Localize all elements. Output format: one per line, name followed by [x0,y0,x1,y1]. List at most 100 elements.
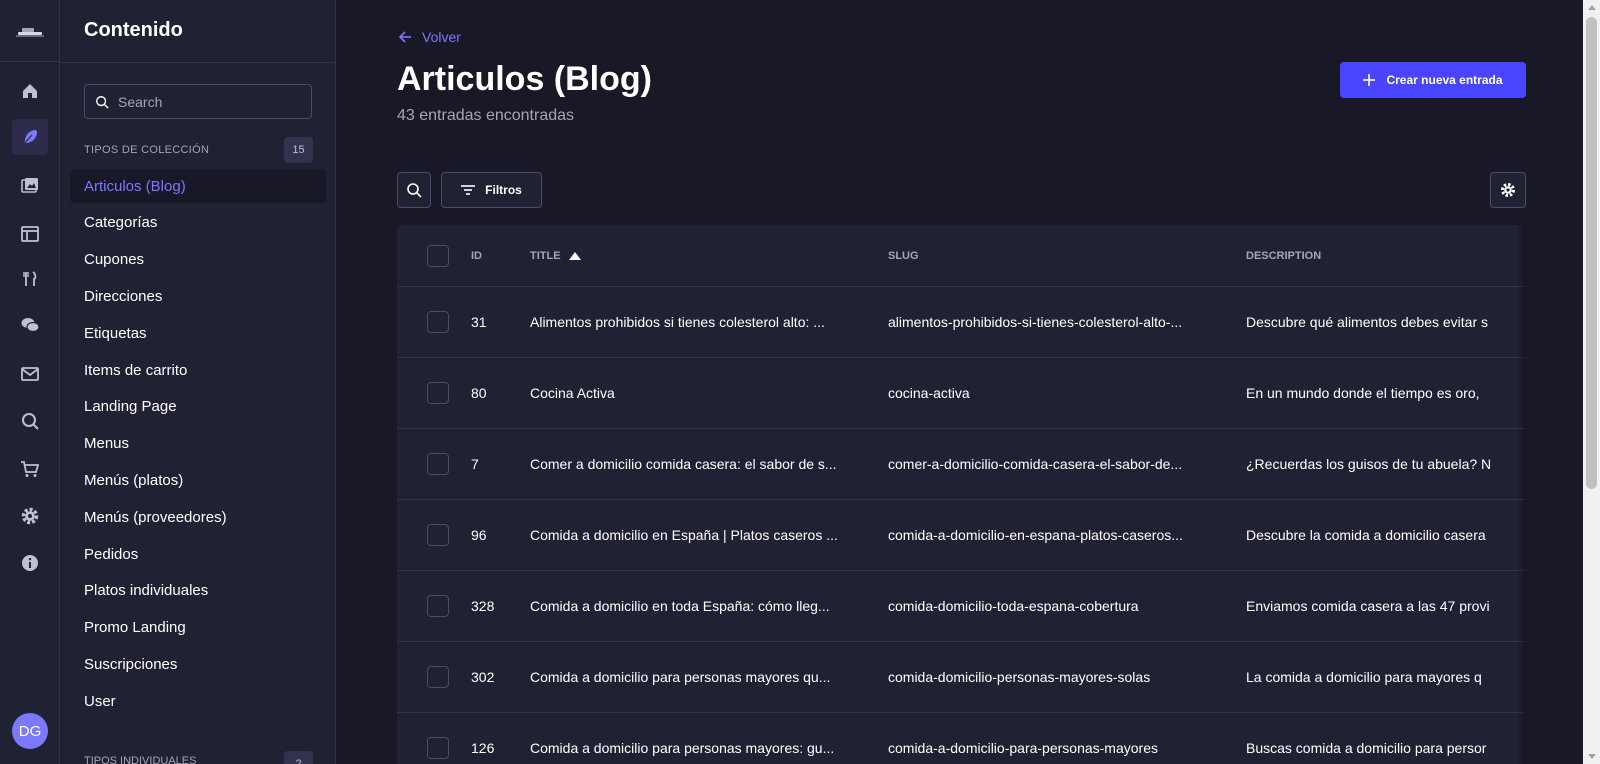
scrollbar-thumb[interactable] [1586,17,1597,489]
cart-icon [21,461,40,477]
cell-id: 126 [471,740,495,756]
subnav-item[interactable]: Promo Landing [70,611,326,645]
info-icon [22,555,38,571]
create-entry-label: Crear nueva entrada [1386,73,1503,87]
subnav-item[interactable]: Articulos (Blog) [70,169,326,203]
subnav-item[interactable]: Items de carrito [70,353,326,387]
subnav-item[interactable]: Categorías [70,206,326,240]
subnav-item[interactable]: Platos individuales [70,574,326,608]
arrow-left-icon [398,31,411,43]
search-placeholder: Search [118,93,163,110]
cell-id: 328 [471,598,495,614]
table-settings-button[interactable] [1490,172,1526,208]
table-row[interactable]: 7 Comer a domicilio comida casera: el sab… [397,429,1526,500]
page-title: Articulos (Blog) [397,60,652,98]
cell-slug: comer-a-domicilio-comida-casera-el-sabor… [888,456,1183,472]
cell-description: En un mundo donde el tiempo es oro, [1246,385,1480,401]
column-header-id[interactable]: ID [471,225,511,286]
row-checkbox[interactable] [427,311,449,333]
create-entry-button[interactable]: Crear nueva entrada [1340,62,1526,98]
cell-description: Buscas comida a domicilio para persor [1246,740,1487,756]
column-header-slug[interactable]: SLUG [888,225,1223,286]
table-scroll-shadow [1516,225,1526,764]
cell-id: 31 [471,314,487,330]
row-checkbox[interactable] [427,524,449,546]
row-checkbox[interactable] [427,666,449,688]
gear-icon [1501,183,1515,197]
rail-home-button[interactable] [12,73,48,109]
page-scrollbar[interactable] [1583,0,1600,764]
table-row[interactable]: 80 Cocina Activa cocina-activa En un mundo … [397,358,1526,429]
subnav-search-input[interactable]: Search [84,84,312,119]
row-checkbox[interactable] [427,453,449,475]
entries-table: ID TITLE SLUG DESCRIPTION 31 Alimentos pr… [397,225,1526,764]
cell-id: 96 [471,527,487,543]
chat-icon [21,318,40,333]
subnav-item[interactable]: Etiquetas [70,316,326,350]
table-row[interactable]: 328 Comida a domicilio en toda España: có… [397,571,1526,642]
rail-cart-button[interactable] [12,451,48,487]
user-avatar[interactable]: DG [12,713,48,749]
cell-title: Comer a domicilio comida casera: el sabo… [530,456,837,472]
rail-media-library-button[interactable] [12,168,48,204]
search-icon [22,413,39,430]
column-header-description[interactable]: DESCRIPTION [1246,225,1526,286]
table-row[interactable]: 31 Alimentos prohibidos si tienes coleste… [397,287,1526,358]
cell-slug: comida-domicilio-toda-espana-cobertura [888,598,1139,614]
filter-icon [461,185,476,195]
content-subnav: Contenido Search TIPOS DE COLECCIÓN 15 A… [60,0,336,764]
row-checkbox[interactable] [427,737,449,759]
subnav-item[interactable]: Suscripciones [70,647,326,681]
row-checkbox[interactable] [427,382,449,404]
row-checkbox[interactable] [427,595,449,617]
column-header-title[interactable]: TITLE [530,225,865,286]
utensils-icon [23,271,37,286]
rail-gear-button[interactable] [12,498,48,534]
rail-chat-button[interactable] [12,307,48,343]
rail-feather-button[interactable] [12,119,48,155]
cell-title: Alimentos prohibidos si tienes colestero… [530,314,825,330]
app: DG Contenido Search TIPOS DE COLECCIÓN 1… [0,0,1600,764]
cell-description: Enviamos comida casera a las 47 provi [1246,598,1490,614]
cell-title: Cocina Activa [530,385,615,401]
rail-utensils-button[interactable] [12,261,48,297]
subnav-item[interactable]: Cupones [70,243,326,277]
app-logo[interactable] [14,22,46,42]
media-library-icon [21,178,38,193]
collection-types-label: TIPOS DE COLECCIÓN [84,144,210,156]
home-icon [23,84,37,98]
rail-search-button[interactable] [12,403,48,439]
cell-id: 302 [471,669,495,685]
subnav-item[interactable]: Menús (proveedores) [70,500,326,534]
subnav-divider [60,62,335,63]
subnav-item[interactable]: Landing Page [70,390,326,424]
subnav-item[interactable]: Direcciones [70,279,326,313]
select-all-checkbox[interactable] [427,244,449,267]
rail-mail-button[interactable] [12,356,48,392]
rail-layout-button[interactable] [12,216,48,252]
table-row[interactable]: 126 Comida a domicilio para personas mayo… [397,713,1526,764]
back-link[interactable]: Volver [398,29,461,45]
single-types-count: 2 [284,751,313,764]
cell-description: La comida a domicilio para mayores q [1246,669,1482,685]
cell-slug: alimentos-prohibidos-si-tienes-colestero… [888,314,1183,330]
rail-divider [0,61,60,62]
table-row[interactable]: 96 Comida a domicilio en España | Platos … [397,500,1526,571]
subnav-item[interactable]: Menús (platos) [70,463,326,497]
table-search-button[interactable] [397,172,431,208]
cell-title: Comida a domicilio para personas mayores… [530,740,835,756]
scroll-up-arrow-icon[interactable] [1588,5,1596,10]
feather-icon [23,130,37,145]
main-content: Volver Articulos (Blog) 43 entradas enco… [337,0,1583,764]
subnav-item[interactable]: User [70,684,326,718]
filters-button[interactable]: Filtros [441,172,542,208]
plus-icon [1363,74,1376,86]
column-header-title-label: TITLE [530,249,561,262]
subnav-item[interactable]: Menus [70,427,326,461]
table-row[interactable]: 302 Comida a domicilio para personas mayo… [397,642,1526,713]
cell-description: Descubre qué alimentos debes evitar s [1246,314,1489,330]
scroll-down-arrow-icon[interactable] [1588,754,1596,759]
subnav-item[interactable]: Pedidos [70,537,326,571]
rail-info-button[interactable] [12,545,48,581]
subnav-title: Contenido [84,19,183,41]
